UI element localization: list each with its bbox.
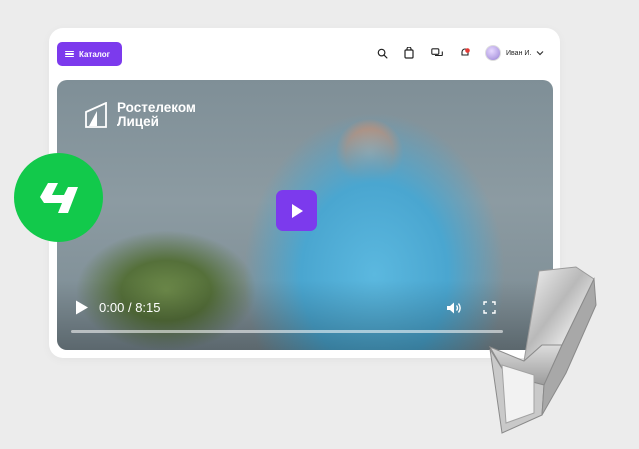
volume-icon [447, 302, 461, 314]
progress-bar[interactable] [71, 330, 503, 333]
volume-button[interactable] [446, 301, 462, 320]
time-display: 0:00 / 8:15 [99, 300, 161, 315]
menu-icon [65, 50, 74, 58]
user-name: Иван И. [506, 49, 532, 57]
app-window: Каталог Иван И. Ростелеком Лицей 0:00 / … [49, 28, 560, 358]
video-player[interactable]: Ростелеком Лицей 0:00 / 8:15 [57, 80, 553, 350]
header-bar: Каталог Иван И. [49, 28, 560, 80]
fullscreen-button[interactable] [483, 301, 496, 319]
catalog-button[interactable]: Каталог [57, 42, 122, 66]
chat-icon[interactable] [430, 46, 444, 60]
bag-icon[interactable] [402, 46, 416, 60]
catalog-label: Каталог [79, 49, 110, 59]
play-icon [76, 300, 88, 315]
chevron-down-icon [536, 51, 544, 56]
time-separator: / [127, 300, 132, 315]
player-controls: 0:00 / 8:15 [57, 80, 553, 350]
duration: 8:15 [135, 300, 161, 315]
avatar [485, 45, 501, 61]
fullscreen-icon [483, 301, 496, 314]
search-icon[interactable] [375, 46, 389, 60]
current-time: 0:00 [99, 300, 125, 315]
user-menu[interactable]: Иван И. [485, 43, 544, 63]
play-button[interactable] [75, 300, 89, 320]
notification-icon[interactable] [458, 46, 472, 60]
